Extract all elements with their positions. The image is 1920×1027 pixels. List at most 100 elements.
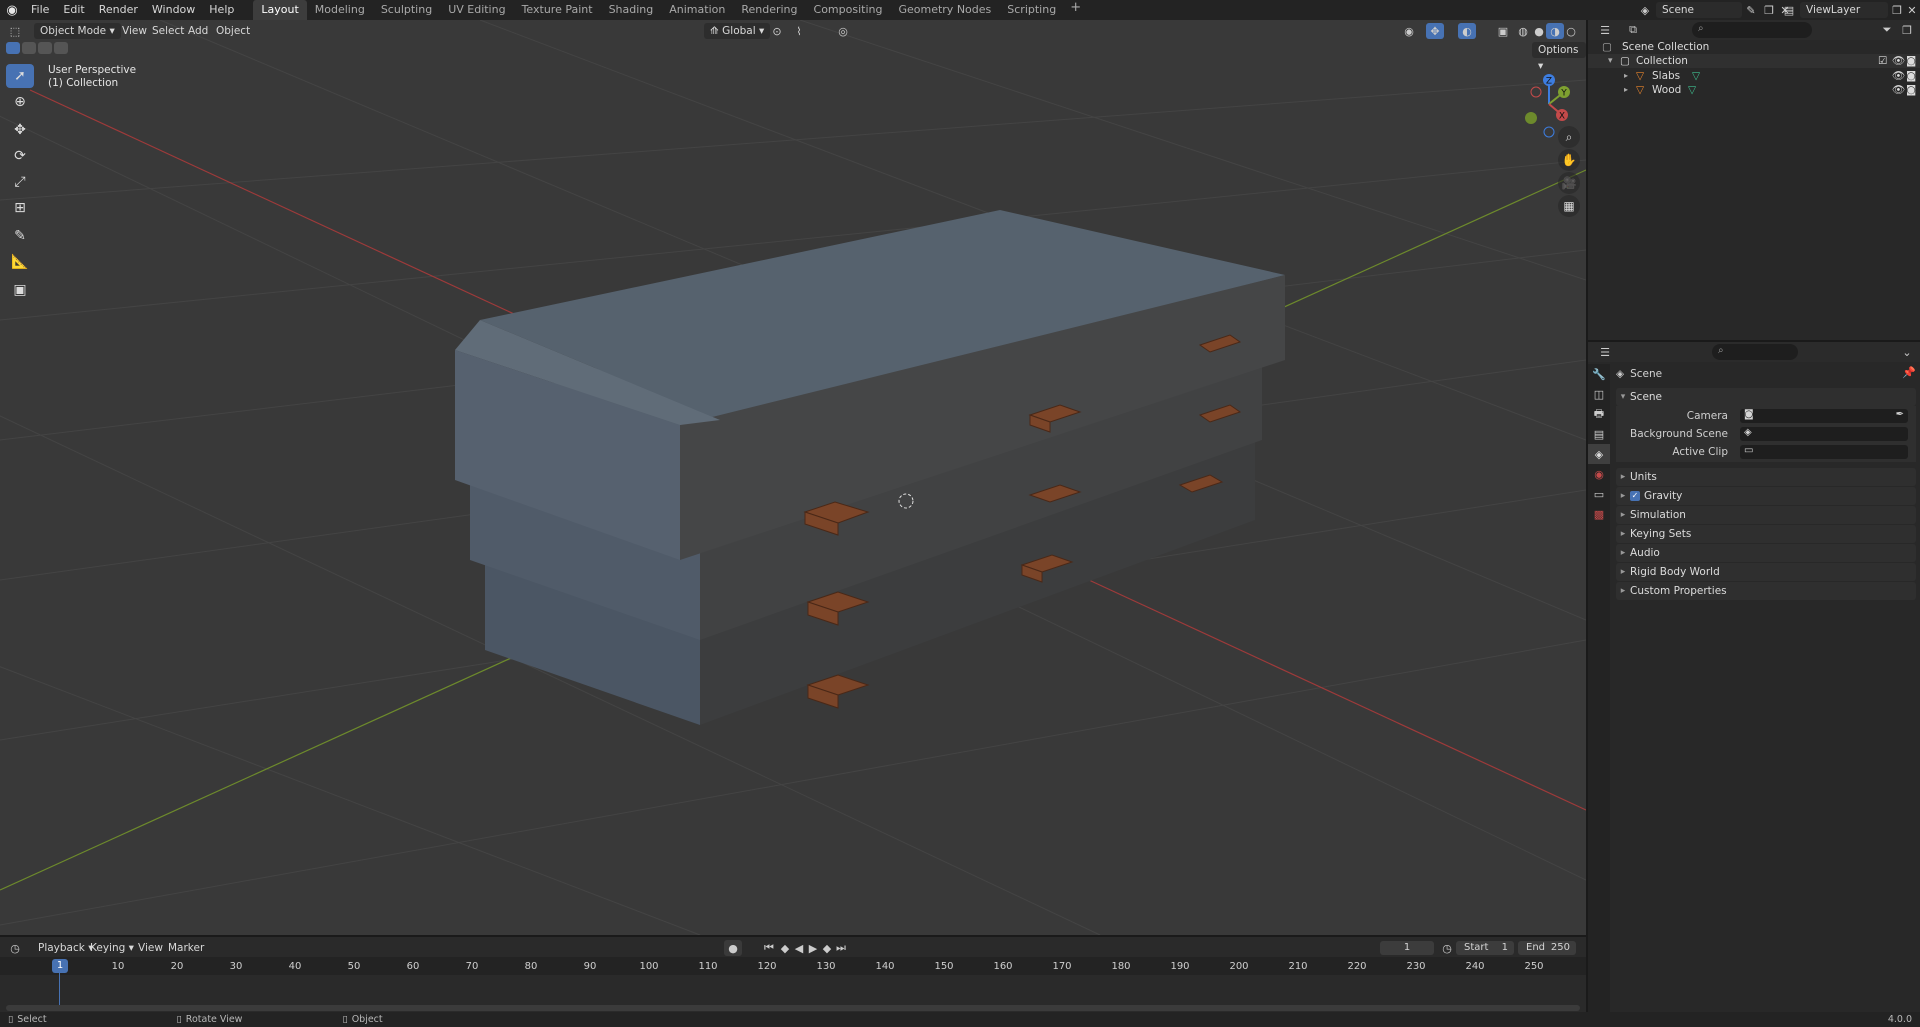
menu-window[interactable]: Window — [145, 0, 202, 20]
pan-hand-icon[interactable]: ✋ — [1558, 149, 1580, 171]
new-collection-icon[interactable]: ❐ — [1898, 22, 1916, 38]
eyedropper-icon[interactable]: ✒ — [1896, 409, 1904, 420]
preview-range-icon[interactable]: ◷ — [1438, 940, 1456, 956]
outliner-row-collection[interactable]: ▾ ▢ Collection ☑ 👁 ◙ — [1588, 54, 1920, 68]
gizmo-toggle-icon[interactable]: ✥ — [1426, 23, 1444, 39]
pivot-icon[interactable]: ⊙ — [768, 23, 786, 39]
properties-editor-type-icon[interactable]: ☰ — [1596, 344, 1614, 360]
rotate-tool-icon[interactable]: ⟳ — [6, 144, 34, 168]
collection-tab-icon[interactable]: ▭ — [1588, 484, 1610, 504]
properties-search-input[interactable]: ⌕ — [1712, 344, 1798, 360]
outliner-row-scene-collection[interactable]: ▢ Scene Collection — [1588, 40, 1920, 54]
tab-shading[interactable]: Shading — [601, 0, 662, 20]
timeline-editor-type-icon[interactable]: ◷ — [6, 940, 24, 956]
world-tab-icon[interactable]: ◉ — [1588, 464, 1610, 484]
panel-header-rigid-body-world[interactable]: ▸ Rigid Body World — [1616, 563, 1916, 581]
tool-tab-icon[interactable]: 🔧 — [1588, 364, 1610, 384]
menu-marker[interactable]: Marker — [162, 940, 210, 956]
expand-chevron-icon[interactable]: ▾ — [1608, 54, 1613, 68]
move-tool-icon[interactable]: ✥ — [6, 118, 34, 142]
select-new-icon[interactable] — [6, 42, 20, 54]
view-layer-icon[interactable]: ▤ — [1780, 2, 1798, 18]
jump-end-icon[interactable]: ⏭ — [832, 940, 850, 956]
pin-scene-icon[interactable]: ✎ — [1742, 2, 1760, 18]
expand-chevron-icon[interactable]: ▸ — [1624, 83, 1628, 97]
scene-selector[interactable]: Scene — [1656, 2, 1742, 18]
transform-tool-icon[interactable]: ⊞ — [6, 196, 34, 220]
camera-field[interactable]: ◙ ✒ — [1740, 409, 1908, 423]
properties-options-icon[interactable]: ⌄ — [1898, 344, 1916, 360]
filter-icon[interactable]: ⏷ — [1878, 22, 1896, 38]
annotate-tool-icon[interactable]: ✎ — [6, 224, 34, 248]
menu-object[interactable]: Object — [210, 23, 256, 39]
start-frame-field[interactable]: Start 1 — [1456, 941, 1514, 955]
scale-tool-icon[interactable]: ⤢ — [6, 170, 34, 194]
zoom-icon[interactable]: ⌕ — [1558, 126, 1580, 148]
options-dropdown[interactable]: Options ▾ — [1532, 42, 1586, 72]
add-cube-tool-icon[interactable]: ▣ — [6, 278, 34, 302]
tab-modeling[interactable]: Modeling — [307, 0, 373, 20]
menu-edit[interactable]: Edit — [56, 0, 91, 20]
timeline-scrollbar[interactable] — [6, 1005, 1580, 1011]
end-frame-field[interactable]: End 250 — [1518, 941, 1576, 955]
editor-type-icon[interactable]: ⬚ — [6, 23, 24, 39]
menu-help[interactable]: Help — [202, 0, 241, 20]
xray-icon[interactable]: ▣ — [1494, 23, 1512, 39]
select-invert-icon[interactable] — [54, 42, 68, 54]
auto-keying-icon[interactable]: ● — [724, 940, 742, 956]
current-frame-field[interactable]: 1 — [1380, 941, 1434, 955]
menu-render[interactable]: Render — [92, 0, 145, 20]
proportional-edit-icon[interactable]: ◎ — [834, 23, 852, 39]
snap-icon[interactable]: ⌇ — [790, 23, 808, 39]
panel-header-gravity[interactable]: ▸ ✓ Gravity — [1616, 487, 1916, 505]
mode-dropdown[interactable]: Object Mode ▾ — [34, 23, 121, 39]
panel-header-scene[interactable]: ▾ Scene — [1616, 388, 1916, 406]
tab-uv-editing[interactable]: UV Editing — [440, 0, 513, 20]
display-mode-icon[interactable]: ⧉ — [1624, 22, 1642, 38]
overlay-toggle-icon[interactable]: ◐ — [1458, 23, 1476, 39]
scene-icon[interactable]: ◈ — [1636, 2, 1654, 18]
render-camera-icon[interactable]: ◙ — [1906, 54, 1916, 68]
panel-header-simulation[interactable]: ▸ Simulation — [1616, 506, 1916, 524]
gravity-checkbox[interactable]: ✓ — [1630, 491, 1640, 501]
3d-viewport[interactable]: ⬚ Object Mode ▾ View Select Add Object ⟰… — [0, 20, 1586, 935]
panel-header-units[interactable]: ▸ Units — [1616, 468, 1916, 486]
render-tab-icon[interactable]: ◫ — [1588, 384, 1610, 404]
tab-scripting[interactable]: Scripting — [999, 0, 1064, 20]
panel-header-keying-sets[interactable]: ▸ Keying Sets — [1616, 525, 1916, 543]
select-subtract-icon[interactable] — [38, 42, 52, 54]
menu-file[interactable]: File — [24, 0, 56, 20]
blender-logo-icon[interactable]: ◉ — [0, 0, 24, 20]
visibility-eye-icon[interactable]: 👁 — [1892, 83, 1905, 97]
camera-view-icon[interactable]: 🎥 — [1558, 172, 1580, 194]
select-box-tool-icon[interactable]: ➚ — [6, 64, 34, 88]
select-extend-icon[interactable] — [22, 42, 36, 54]
measure-tool-icon[interactable]: 📐 — [6, 250, 34, 274]
tab-animation[interactable]: Animation — [661, 0, 733, 20]
output-tab-icon[interactable]: 🖶 — [1588, 404, 1610, 424]
render-camera-icon[interactable]: ◙ — [1906, 69, 1916, 83]
rendered-shading-icon[interactable]: ○ — [1562, 23, 1580, 39]
playhead-frame-indicator[interactable]: 1 — [52, 959, 68, 973]
scene-tab-icon[interactable]: ◈ — [1588, 444, 1610, 464]
view-layer-selector[interactable]: ViewLayer — [1800, 2, 1888, 18]
delete-view-layer-icon[interactable]: ✕ — [1903, 2, 1920, 18]
panel-header-custom-properties[interactable]: ▸ Custom Properties — [1616, 582, 1916, 600]
visibility-eye-icon[interactable]: 👁 — [1892, 54, 1905, 68]
add-workspace-button[interactable]: + — [1064, 0, 1087, 20]
render-camera-icon[interactable]: ◙ — [1906, 83, 1916, 97]
outliner-row-slabs[interactable]: ▸ ▽ Slabs ▽ 👁 ◙ — [1588, 69, 1920, 83]
visibility-eye-icon[interactable]: 👁 — [1892, 69, 1905, 83]
active-clip-field[interactable]: ▭ — [1740, 445, 1908, 459]
tab-compositing[interactable]: Compositing — [806, 0, 891, 20]
visibility-icon[interactable]: ◉ — [1400, 23, 1418, 39]
view-layer-tab-icon[interactable]: ▤ — [1588, 424, 1610, 444]
cursor-tool-icon[interactable]: ⊕ — [6, 90, 34, 114]
tab-sculpting[interactable]: Sculpting — [373, 0, 440, 20]
tab-rendering[interactable]: Rendering — [733, 0, 805, 20]
exclude-checkbox-icon[interactable]: ☑ — [1878, 54, 1887, 68]
mesh-data-icon[interactable]: ▽ — [1692, 69, 1700, 83]
panel-header-audio[interactable]: ▸ Audio — [1616, 544, 1916, 562]
background-scene-field[interactable]: ◈ — [1740, 427, 1908, 441]
perspective-toggle-icon[interactable]: ▦ — [1558, 195, 1580, 217]
